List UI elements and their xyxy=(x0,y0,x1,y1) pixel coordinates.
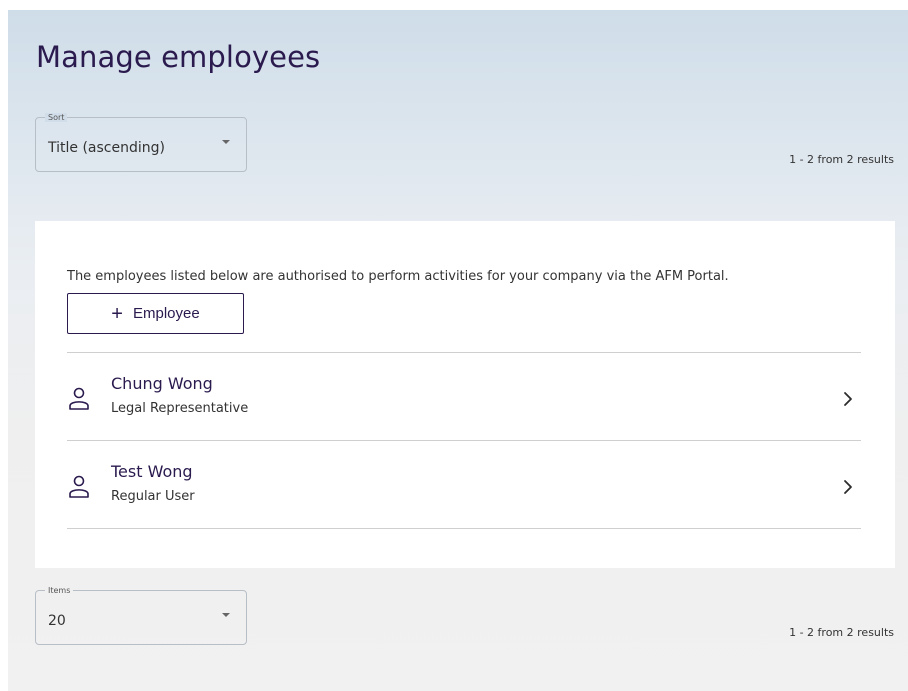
employee-item-test-wong[interactable]: Test Wong Regular User xyxy=(67,441,861,529)
add-employee-button[interactable]: + Employee xyxy=(67,293,244,334)
intro-text: The employees listed below are authorise… xyxy=(67,269,729,284)
person-icon xyxy=(69,387,89,410)
employee-name: Chung Wong xyxy=(111,374,213,393)
page-frame: Manage employees Sort Title (ascending) … xyxy=(8,10,908,691)
person-icon xyxy=(69,475,89,498)
sort-select-label: Sort xyxy=(45,113,68,122)
employees-card: The employees listed below are authorise… xyxy=(35,221,895,568)
items-select-value: 20 xyxy=(48,613,66,629)
employee-role: Legal Representative xyxy=(111,401,249,416)
employee-name: Test Wong xyxy=(111,462,193,481)
sort-select[interactable]: Sort Title (ascending) xyxy=(35,113,247,172)
chevron-right-icon[interactable] xyxy=(843,479,853,495)
employee-list: Chung Wong Legal Representative Test Won… xyxy=(67,352,861,529)
items-per-page-select[interactable]: Items 20 xyxy=(35,586,247,645)
plus-icon: + xyxy=(111,302,123,325)
results-count-bottom: 1 - 2 from 2 results xyxy=(789,626,894,639)
caret-down-icon xyxy=(222,140,230,144)
caret-down-icon xyxy=(222,613,230,617)
page-title: Manage employees xyxy=(36,40,321,74)
items-select-label: Items xyxy=(45,586,74,595)
employee-item-chung-wong[interactable]: Chung Wong Legal Representative xyxy=(67,353,861,441)
sort-select-value: Title (ascending) xyxy=(48,140,165,156)
add-employee-label: Employee xyxy=(132,305,200,322)
results-count-top: 1 - 2 from 2 results xyxy=(789,153,894,166)
chevron-right-icon[interactable] xyxy=(843,391,853,407)
employee-role: Regular User xyxy=(111,489,195,504)
